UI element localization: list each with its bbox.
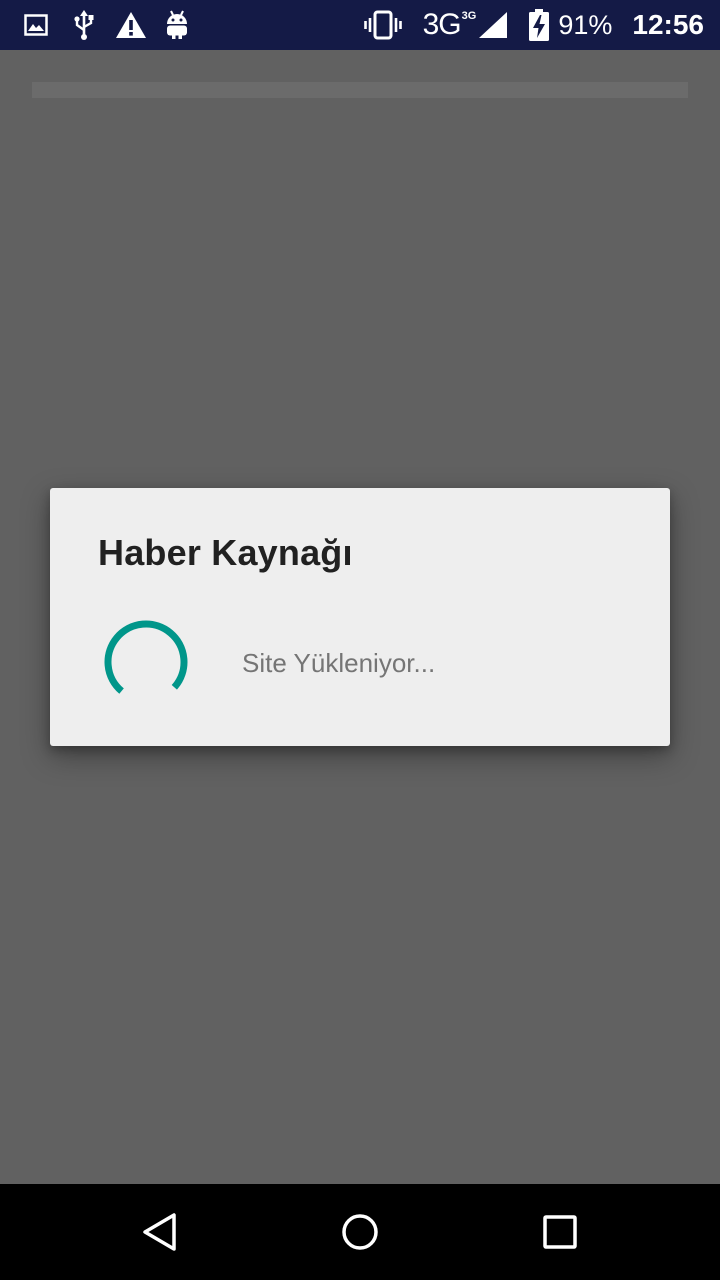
page-loading-bar [32,82,688,98]
back-icon [143,1213,176,1251]
vibrate-icon [363,10,403,40]
back-button[interactable] [100,1184,220,1280]
dialog-title: Haber Kaynağı [98,532,353,573]
recents-icon [543,1215,577,1249]
loading-dialog: Haber Kaynağı Site Yükleniyor... [50,488,670,746]
home-button[interactable] [300,1184,420,1280]
status-bar: 3G 3G 91% 12:56 [0,0,720,50]
battery-percentage: 91% [558,9,613,40]
network-type-label: 3G [422,8,462,41]
status-bar-notifications [20,0,190,50]
usb-icon [68,10,100,40]
android-icon [164,10,190,40]
status-bar-system: 3G 3G 91% 12:56 [363,0,704,50]
battery-charging-icon [528,9,550,41]
image-icon [20,14,52,36]
recents-button[interactable] [500,1184,620,1280]
warning-icon [114,11,148,39]
home-icon [342,1214,378,1250]
network-type-superscript: 3G [461,10,477,22]
signal-icon [478,11,508,39]
clock: 12:56 [632,9,704,40]
loading-spinner-icon [104,620,188,704]
navigation-bar [0,1184,720,1280]
dialog-message: Site Yükleniyor... [242,648,436,678]
